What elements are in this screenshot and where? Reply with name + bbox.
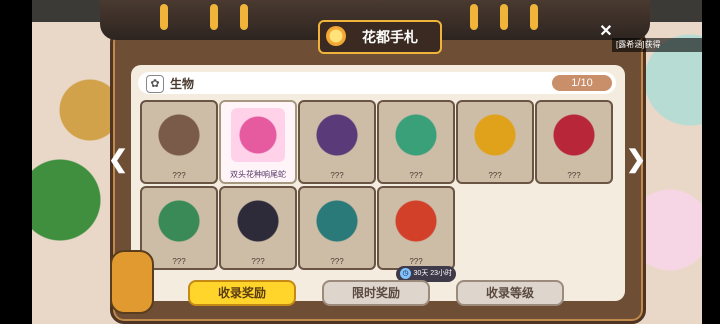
collection-card[interactable]: ??? (377, 100, 455, 184)
card-caption: ??? (409, 171, 423, 180)
panel-title: 花都手札 (318, 20, 442, 54)
lantern-decoration (110, 250, 154, 314)
next-page-arrow[interactable]: ❯ (626, 148, 646, 172)
sun-emblem-icon (326, 26, 346, 46)
creature-image (152, 108, 206, 162)
collection-card[interactable]: 双头花种响尾蛇 (219, 100, 297, 184)
roof-post (500, 4, 508, 30)
left-letterbox (0, 0, 32, 324)
section-header: ✿ 生物 (138, 72, 616, 94)
creature-image (231, 108, 285, 162)
roof-post (240, 4, 248, 30)
creature-image (310, 108, 364, 162)
card-caption: ??? (251, 257, 265, 266)
card-caption: ??? (488, 171, 502, 180)
collection-card[interactable]: ??? (535, 100, 613, 184)
limited-reward-button[interactable]: 限时奖励 (322, 280, 430, 306)
system-notification: [露希涵]获得 (612, 38, 712, 52)
roof-post (210, 4, 218, 30)
collection-card[interactable]: ??? (140, 100, 218, 184)
collection-card[interactable]: ??? (377, 186, 455, 270)
section-label: 生物 (170, 77, 195, 91)
collection-card[interactable]: ??? (219, 186, 297, 270)
card-caption: ??? (567, 171, 581, 180)
card-caption: ??? (172, 171, 186, 180)
clock-icon: ◷ (400, 268, 411, 279)
collect-reward-button[interactable]: 收录奖励 (188, 280, 296, 306)
creature-image (231, 194, 285, 248)
creature-image (389, 194, 443, 248)
roof-post (470, 4, 478, 30)
card-caption: ??? (409, 257, 423, 266)
creature-icon: ✿ (146, 75, 164, 93)
collection-card[interactable]: ??? (298, 100, 376, 184)
card-caption: ??? (330, 257, 344, 266)
collection-progress: 1/10 (552, 75, 612, 91)
creature-image (310, 194, 364, 248)
collection-card[interactable]: ??? (456, 100, 534, 184)
collection-card[interactable]: ??? (298, 186, 376, 270)
card-caption: ??? (330, 171, 344, 180)
creature-image (468, 108, 522, 162)
creature-image (547, 108, 601, 162)
roof-post (160, 4, 168, 30)
creature-image (389, 108, 443, 162)
card-caption: 双头花种响尾蛇 (230, 170, 286, 179)
collect-level-button[interactable]: 收录等级 (456, 280, 564, 306)
creature-image (152, 194, 206, 248)
roof-post (530, 4, 538, 30)
prev-page-arrow[interactable]: ❮ (108, 148, 128, 172)
